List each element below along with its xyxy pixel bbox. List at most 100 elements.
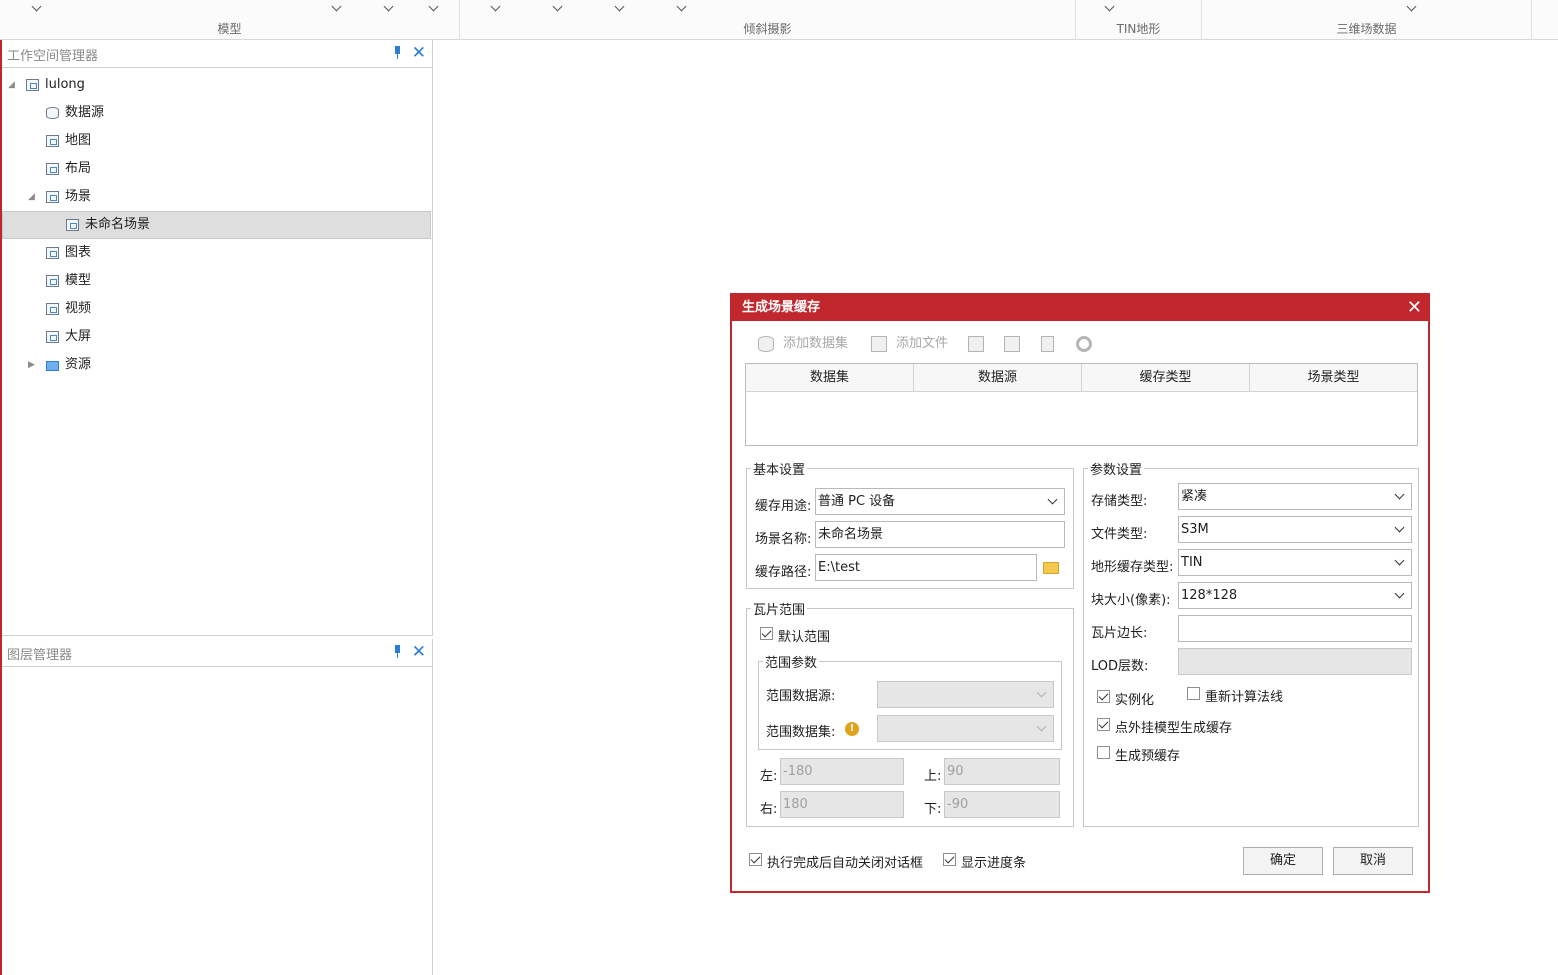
add-dataset-button[interactable]: 添加数据集 [758, 333, 858, 355]
left-input[interactable]: -180 [780, 758, 904, 785]
panel-header: 图层管理器 ✕ [2, 639, 432, 667]
invert-select-button[interactable] [1004, 333, 1022, 355]
add-file-button[interactable]: 添加文件 [871, 333, 961, 355]
range-dataset-select[interactable] [877, 715, 1054, 742]
bottom-input[interactable]: -90 [944, 791, 1060, 818]
cache-path-input[interactable]: E:\test [815, 554, 1037, 581]
select-all-button[interactable] [968, 333, 986, 355]
tree-item-label: lulong [45, 77, 85, 92]
tree-item-big-screen[interactable]: 大屏 [2, 323, 431, 351]
show-progress-label: 显示进度条 [961, 856, 1027, 871]
block-size-select[interactable]: 128*128 [1178, 582, 1412, 609]
range-dataset-label: 范围数据集: [766, 725, 836, 740]
range-datasource-label: 范围数据源: [766, 689, 836, 704]
pre-cache-label: 生成预缓存 [1115, 749, 1181, 764]
gear-icon [1076, 336, 1092, 352]
settings-button[interactable] [1076, 333, 1094, 355]
tile-edge-input[interactable] [1178, 615, 1412, 642]
tree-item-map[interactable]: 地图 [2, 127, 431, 155]
ribbon-group-3d-field: 三维场数据 [1202, 0, 1532, 40]
column-header-cache-type[interactable]: 缓存类型 [1082, 364, 1250, 391]
folder-icon [46, 361, 59, 371]
layout-icon [46, 163, 59, 175]
delete-button[interactable] [1041, 333, 1059, 355]
file-type-select[interactable]: S3M [1178, 516, 1412, 543]
tree-item-layout[interactable]: 布局 [2, 155, 431, 183]
scene-icon [46, 191, 59, 203]
show-progress-checkbox[interactable] [943, 853, 956, 866]
collapsed-arrow-icon[interactable]: ▶ [28, 351, 35, 379]
chevron-down-icon[interactable] [614, 3, 626, 13]
chevron-down-icon[interactable] [1406, 3, 1418, 13]
dataset-table[interactable]: 数据集 数据源 缓存类型 场景类型 [745, 363, 1418, 446]
chevron-down-icon[interactable] [676, 3, 688, 13]
pin-icon[interactable] [392, 46, 402, 60]
recalc-normals-label: 重新计算法线 [1205, 690, 1284, 705]
chevron-down-icon[interactable] [552, 3, 564, 13]
check-icon [1004, 336, 1020, 352]
tree-item-datasource[interactable]: 数据源 [2, 99, 431, 127]
instancing-label: 实例化 [1115, 693, 1155, 708]
auto-close-checkbox[interactable] [749, 853, 762, 866]
group-legend: 参数设置 [1090, 463, 1143, 478]
usage-select[interactable]: 普通 PC 设备 [815, 488, 1065, 515]
scene-name-input[interactable]: 未命名场景 [815, 521, 1065, 548]
database-icon [758, 336, 774, 352]
column-header-datasource[interactable]: 数据源 [914, 364, 1082, 391]
ribbon-group-tin: TIN地形 [1076, 0, 1202, 40]
right-input[interactable]: 180 [780, 791, 904, 818]
chevron-down-icon[interactable] [490, 3, 502, 13]
browse-folder-icon[interactable] [1043, 562, 1059, 574]
group-legend: 范围参数 [765, 656, 818, 671]
close-icon[interactable]: ✕ [412, 43, 426, 63]
tree-item-untitled-scene[interactable]: 未命名场景 [2, 211, 431, 239]
scene-name-label: 场景名称: [755, 532, 812, 547]
tree-item-label: 布局 [65, 161, 92, 176]
expanded-arrow-icon[interactable]: ◢ [8, 71, 15, 99]
pre-cache-checkbox[interactable] [1097, 746, 1110, 759]
instancing-checkbox[interactable] [1097, 690, 1110, 703]
tree-item-label: 地图 [65, 133, 92, 148]
chevron-down-icon[interactable] [383, 3, 395, 13]
ok-button[interactable]: 确定 [1243, 847, 1323, 875]
chevron-down-icon[interactable] [428, 3, 440, 13]
top-input[interactable]: 90 [944, 758, 1060, 785]
lod-levels-input[interactable] [1178, 648, 1412, 675]
ribbon-group-oblique: 倾斜摄影 [460, 0, 1076, 40]
lod-levels-label: LOD层数: [1091, 659, 1149, 674]
default-range-label: 默认范围 [778, 630, 831, 645]
storage-type-select[interactable]: 紧凑 [1178, 483, 1412, 510]
tree-item-scene[interactable]: ◢ 场景 [2, 183, 431, 211]
column-header-scene-type[interactable]: 场景类型 [1250, 364, 1417, 391]
tree-item-label: 数据源 [65, 105, 105, 120]
tree-item-video[interactable]: 视频 [2, 295, 431, 323]
cache-path-label: 缓存路径: [755, 565, 812, 580]
tree-item-resources[interactable]: ▶ 资源 [2, 351, 431, 379]
external-model-checkbox[interactable] [1097, 718, 1110, 731]
database-icon [46, 107, 59, 119]
storage-type-label: 存储类型: [1091, 494, 1148, 509]
chevron-down-icon[interactable] [31, 3, 43, 13]
tree-item-label: 大屏 [65, 329, 92, 344]
chevron-down-icon[interactable] [331, 3, 343, 13]
terrain-cache-type-select[interactable]: TIN [1178, 549, 1412, 576]
tree-item-workspace[interactable]: ◢ lulong [2, 71, 431, 99]
top-label: 上: [924, 769, 942, 784]
expanded-arrow-icon[interactable]: ◢ [28, 183, 35, 211]
tree-item-chart[interactable]: 图表 [2, 239, 431, 267]
range-datasource-select[interactable] [877, 681, 1054, 708]
close-icon[interactable]: ✕ [1407, 295, 1422, 321]
column-header-dataset[interactable]: 数据集 [746, 364, 914, 391]
close-icon[interactable]: ✕ [412, 642, 426, 662]
trash-icon [1041, 336, 1054, 352]
default-range-checkbox[interactable] [760, 627, 773, 640]
tree-item-label: 未命名场景 [85, 217, 151, 232]
cancel-button[interactable]: 取消 [1333, 847, 1413, 875]
table-header: 数据集 数据源 缓存类型 场景类型 [746, 364, 1417, 392]
tree-item-model[interactable]: 模型 [2, 267, 431, 295]
recalc-normals-checkbox[interactable] [1187, 687, 1200, 700]
pin-icon[interactable] [392, 645, 402, 659]
chevron-down-icon[interactable] [1104, 3, 1116, 13]
add-file-label: 添加文件 [896, 336, 949, 351]
chart-icon [46, 247, 59, 259]
